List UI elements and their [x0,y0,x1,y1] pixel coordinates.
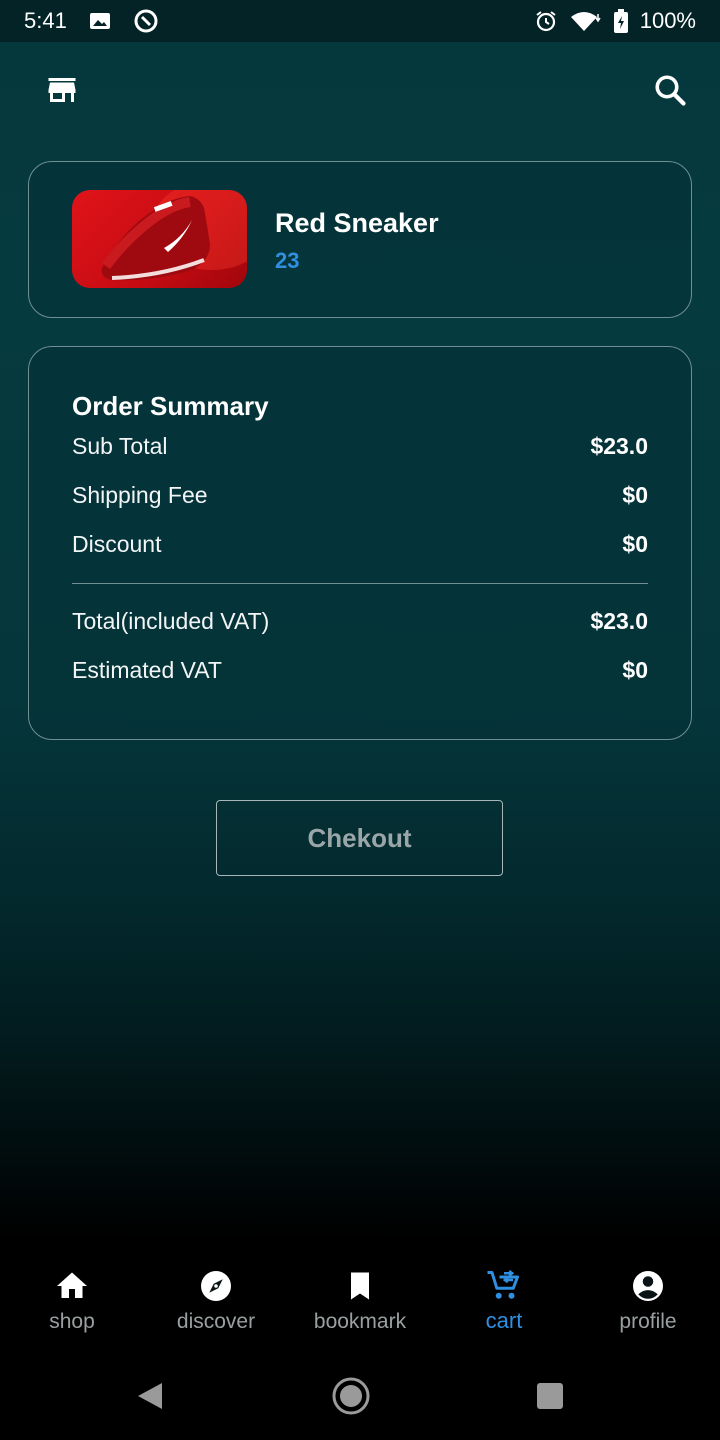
summary-row-total: Total(included VAT) $23.0 [72,608,648,635]
product-quantity: 23 [275,248,300,273]
summary-row-vat: Estimated VAT $0 [72,657,648,684]
bottom-nav: shop discover bookmark cart profile [0,1258,720,1358]
image-icon [89,11,111,31]
nav-label: profile [619,1310,677,1333]
summary-label: Discount [72,531,162,557]
battery-icon [613,9,628,33]
nav-item-profile[interactable]: profile [576,1258,720,1358]
product-name: Red Sneaker [275,208,439,238]
recent-apps-icon[interactable] [537,1383,563,1409]
summary-row-subtotal: Sub Total $23.0 [72,433,648,460]
summary-value: $23.0 [590,608,648,634]
summary-value: $0 [622,482,648,508]
system-nav-bar [0,1360,720,1430]
product-image [72,190,247,288]
app-bar [0,42,720,142]
home-button-icon[interactable] [331,1376,371,1421]
summary-label: Total(included VAT) [72,608,270,634]
summary-label: Shipping Fee [72,482,208,508]
nav-label: discover [176,1310,256,1333]
store-icon[interactable] [44,72,80,108]
compass-icon [198,1268,234,1304]
battery-percent: 100% [639,8,696,33]
wifi-icon [570,10,602,32]
nav-label: shop [49,1310,95,1333]
nav-item-shop[interactable]: shop [0,1258,144,1358]
summary-divider [72,583,648,584]
checkout-button[interactable]: Chekout [216,800,503,876]
cart-item-card[interactable]: Red Sneaker 23 [28,161,692,318]
back-icon[interactable] [136,1381,164,1416]
order-summary-title: Order Summary [72,391,269,421]
status-bar: 5:41 100% [0,0,720,42]
status-time: 5:41 [24,8,67,33]
order-summary-card: Order Summary Sub Total $23.0 Shipping F… [28,346,692,740]
summary-value: $0 [622,531,648,557]
summary-value: $0 [622,657,648,683]
data-saver-icon [133,8,159,34]
nav-item-discover[interactable]: discover [144,1258,288,1358]
bookmark-icon [342,1268,378,1304]
nav-item-bookmark[interactable]: bookmark [288,1258,432,1358]
summary-value: $23.0 [590,433,648,459]
profile-icon [630,1268,666,1304]
nav-item-cart[interactable]: cart [432,1258,576,1358]
summary-label: Estimated VAT [72,657,222,683]
nav-label: cart [485,1308,523,1333]
nav-label: bookmark [313,1310,407,1333]
search-icon[interactable] [652,72,688,108]
summary-row-discount: Discount $0 [72,531,648,558]
home-icon [54,1268,90,1304]
summary-label: Sub Total [72,433,168,459]
cart-icon [486,1268,522,1304]
summary-row-shipping: Shipping Fee $0 [72,482,648,509]
alarm-icon [534,9,558,33]
